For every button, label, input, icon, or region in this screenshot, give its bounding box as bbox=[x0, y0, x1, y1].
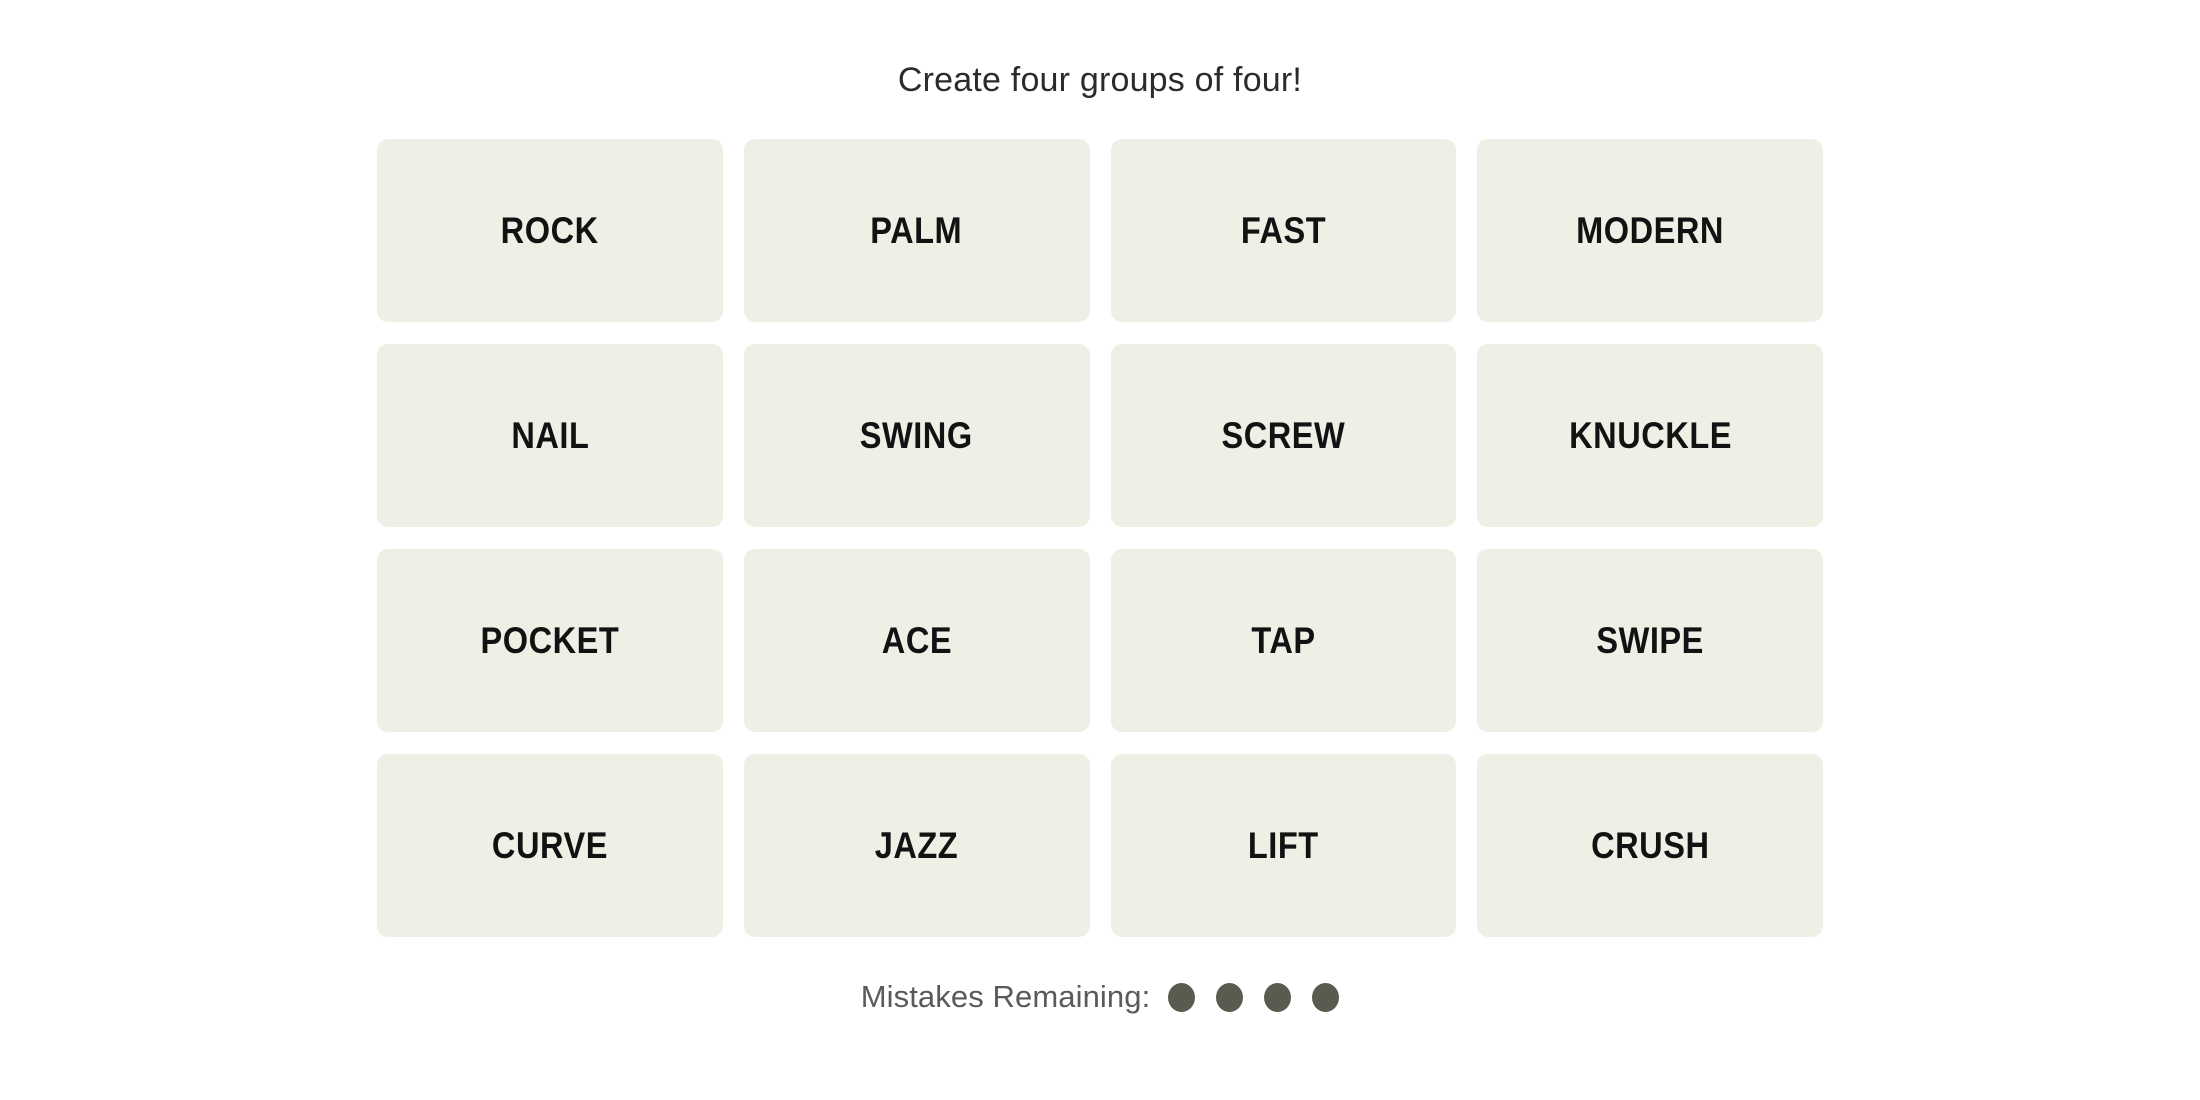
mistakes-remaining-label: Mistakes Remaining: bbox=[860, 979, 1151, 1015]
mistakes-dot-group bbox=[1168, 982, 1340, 1012]
word-tile-crush[interactable]: CRUSH bbox=[1477, 754, 1823, 938]
word-tile-modern[interactable]: MODERN bbox=[1477, 139, 1823, 323]
word-tile-label: TAP bbox=[1251, 619, 1316, 661]
mistake-dot-4 bbox=[1312, 982, 1340, 1012]
connections-game-page: Create four groups of four! ROCK PALM FA… bbox=[0, 0, 2200, 1100]
page-title: Create four groups of four! bbox=[897, 61, 1303, 99]
word-tile-label: SWING bbox=[860, 414, 974, 456]
word-tile-label: ACE bbox=[881, 619, 952, 661]
word-tile-screw[interactable]: SCREW bbox=[1110, 344, 1457, 528]
word-tile-label: CRUSH bbox=[1590, 824, 1710, 866]
word-tile-tap[interactable]: TAP bbox=[1110, 549, 1457, 733]
mistakes-remaining-bar: Mistakes Remaining: bbox=[861, 979, 1340, 1015]
word-tile-label: POCKET bbox=[480, 619, 620, 661]
word-tile-swipe[interactable]: SWIPE bbox=[1477, 549, 1823, 733]
word-tile-label: NAIL bbox=[510, 414, 589, 456]
word-tile-curve[interactable]: CURVE bbox=[377, 754, 723, 938]
mistake-dot-3 bbox=[1264, 982, 1292, 1012]
word-tile-jazz[interactable]: JAZZ bbox=[743, 754, 1090, 938]
word-tile-label: LIFT bbox=[1247, 824, 1319, 866]
word-tile-lift[interactable]: LIFT bbox=[1110, 754, 1457, 938]
word-tile-ace[interactable]: ACE bbox=[743, 549, 1090, 733]
word-grid: ROCK PALM FAST MODERN NAIL SWING SCREW K… bbox=[377, 139, 1823, 938]
mistake-dot-1 bbox=[1168, 982, 1196, 1012]
word-tile-knuckle[interactable]: KNUCKLE bbox=[1477, 344, 1823, 528]
word-tile-label: PALM bbox=[870, 209, 963, 251]
word-tile-label: ROCK bbox=[500, 209, 599, 251]
word-tile-label: SCREW bbox=[1221, 414, 1346, 456]
word-tile-pocket[interactable]: POCKET bbox=[377, 549, 723, 733]
word-tile-label: FAST bbox=[1240, 209, 1327, 251]
word-tile-palm[interactable]: PALM bbox=[743, 139, 1090, 323]
word-tile-label: MODERN bbox=[1576, 209, 1725, 251]
word-tile-rock[interactable]: ROCK bbox=[377, 139, 723, 323]
word-tile-fast[interactable]: FAST bbox=[1110, 139, 1457, 323]
word-tile-label: SWIPE bbox=[1596, 619, 1704, 661]
word-tile-nail[interactable]: NAIL bbox=[377, 344, 723, 528]
word-tile-label: CURVE bbox=[491, 824, 608, 866]
word-tile-label: JAZZ bbox=[874, 824, 959, 866]
mistake-dot-2 bbox=[1216, 982, 1244, 1012]
word-tile-swing[interactable]: SWING bbox=[743, 344, 1090, 528]
word-tile-label: KNUCKLE bbox=[1568, 414, 1732, 456]
